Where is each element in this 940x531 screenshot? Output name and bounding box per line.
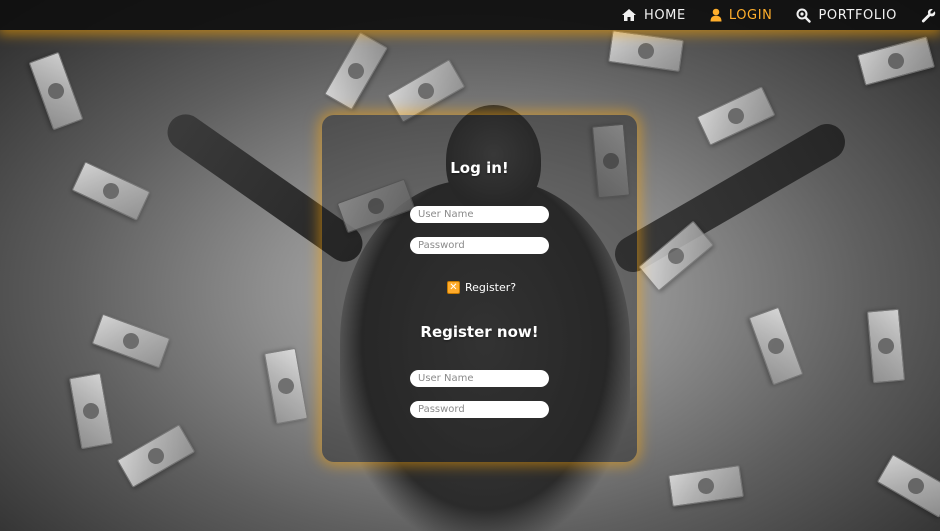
money-bill bbox=[857, 36, 935, 86]
home-icon bbox=[621, 8, 637, 22]
money-bill bbox=[263, 347, 309, 425]
top-navbar: HOME LOGIN PORTFOLIO bbox=[0, 0, 940, 30]
nav-menu: HOME LOGIN PORTFOLIO bbox=[609, 0, 940, 30]
nav-item-login[interactable]: LOGIN bbox=[698, 8, 785, 23]
money-bill bbox=[866, 308, 906, 384]
nav-item-label: PORTFOLIO bbox=[818, 7, 897, 23]
login-username-input[interactable] bbox=[410, 206, 549, 223]
nav-item-label: HOME bbox=[643, 7, 686, 23]
user-icon bbox=[710, 8, 722, 22]
register-checkbox[interactable]: ✕ bbox=[447, 281, 460, 294]
login-title: Log in! bbox=[450, 159, 509, 177]
page: HOME LOGIN PORTFOLIO Log in! User Name ✕… bbox=[0, 0, 940, 531]
money-bill bbox=[91, 313, 171, 369]
money-bill bbox=[68, 372, 114, 450]
nav-item-label: LOGIN bbox=[728, 7, 773, 23]
auth-form-card: Log in! ✕ Register? Register now! bbox=[322, 115, 637, 462]
register-checkbox-label[interactable]: Register? bbox=[465, 281, 516, 294]
money-bill bbox=[748, 306, 804, 386]
nav-item-portfolio[interactable]: PORTFOLIO bbox=[784, 8, 909, 23]
register-password-input[interactable] bbox=[410, 401, 549, 418]
money-bill bbox=[386, 59, 466, 123]
background-person-arm-right bbox=[608, 117, 852, 279]
register-title: Register now! bbox=[420, 323, 539, 341]
wrench-icon bbox=[921, 8, 936, 23]
money-bill bbox=[28, 51, 84, 131]
money-bill bbox=[324, 31, 388, 111]
nav-item-tools[interactable] bbox=[909, 8, 940, 23]
check-x-icon: ✕ bbox=[449, 281, 458, 293]
money-bill bbox=[638, 220, 714, 292]
register-username-input[interactable] bbox=[410, 370, 549, 387]
money-bill bbox=[71, 161, 151, 221]
search-icon bbox=[796, 8, 812, 23]
register-toggle: ✕ Register? bbox=[447, 281, 516, 294]
money-bill bbox=[668, 465, 744, 507]
money-bill bbox=[116, 424, 196, 488]
money-bill bbox=[696, 86, 776, 146]
money-bill bbox=[608, 30, 684, 72]
login-password-input[interactable] bbox=[410, 237, 549, 254]
nav-item-home[interactable]: HOME bbox=[609, 8, 698, 23]
money-bill bbox=[876, 454, 940, 518]
